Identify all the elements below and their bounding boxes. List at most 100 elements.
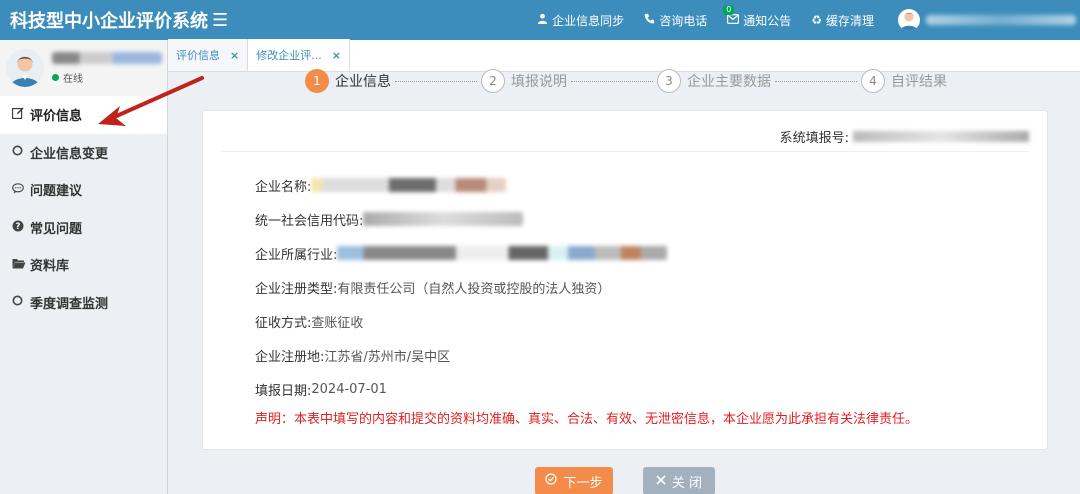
report-number-label: 系统填报号: — [779, 131, 849, 146]
field-credit-code: 统一社会信用代码: — [255, 202, 918, 236]
tab-evaluation-info[interactable]: 评价信息 × — [168, 39, 249, 71]
field-label: 统一社会信用代码: — [255, 213, 364, 229]
recycle-icon: ♻ — [811, 13, 822, 27]
question-icon: ? — [12, 220, 30, 235]
sidebar-item-label: 问题建议 — [30, 184, 83, 200]
user-name-blurred — [52, 51, 162, 64]
step-connector — [571, 80, 653, 82]
envelope-icon — [727, 13, 740, 27]
header-nav: 企业信息同步 咨询电话 0 通知公告 ♻ 缓存清理 — [527, 0, 1080, 40]
online-dot-icon — [52, 73, 59, 81]
nav-clear-cache-label: 缓存清理 — [825, 13, 874, 28]
nav-notice[interactable]: 0 通知公告 — [717, 0, 801, 40]
action-buttons: 下一步 关 闭 — [535, 467, 715, 494]
step-connector — [775, 80, 857, 82]
sidebar-item-faq[interactable]: ? 常见问题 — [0, 209, 167, 247]
user-menu[interactable] — [884, 0, 1080, 40]
annotation-arrow — [98, 76, 204, 126]
nav-consult-phone[interactable]: 咨询电话 — [634, 0, 717, 40]
field-company-name: 企业名称: — [255, 168, 918, 202]
svg-text:?: ? — [16, 222, 21, 232]
field-value: 有限责任公司（自然人投资或控股的法人独资） — [337, 281, 611, 297]
company-info-card: 系统填报号: 企业名称: 统一社会信用代码: 企业所属行业: 企业注册类型: 有… — [202, 110, 1048, 450]
industry-blurred — [337, 246, 668, 260]
close-button[interactable]: 关 闭 — [643, 467, 715, 494]
sidebar-item-label: 企业信息变更 — [30, 146, 109, 162]
close-icon[interactable]: × — [230, 49, 239, 62]
circle-icon — [12, 295, 30, 309]
nav-notice-label: 通知公告 — [743, 13, 792, 28]
step-label: 企业主要数据 — [687, 74, 771, 90]
legal-declaration: 声明：本表中填写的内容和提交的资料均准确、真实、合法、有效、无泄密信息，本企业愿… — [255, 412, 919, 427]
field-label: 企业所属行业: — [255, 247, 338, 263]
field-registration-place: 企业注册地: 江苏省/苏州市/吴中区 — [255, 338, 918, 372]
user-icon — [537, 13, 548, 27]
step-instructions[interactable]: 2 填报说明 — [481, 69, 567, 93]
next-step-label: 下一步 — [563, 475, 603, 491]
user-name-blurred — [926, 15, 1076, 25]
avatar — [6, 49, 44, 87]
step-self-eval-result[interactable]: 4 自评结果 — [861, 69, 947, 93]
step-label: 企业信息 — [335, 74, 391, 90]
comment-icon — [12, 183, 30, 197]
online-status-label: 在线 — [63, 73, 83, 85]
divider — [221, 151, 1029, 152]
app-title: 科技型中小企业评价系统 — [10, 11, 208, 32]
field-collection-method: 征收方式: 查账征收 — [255, 304, 918, 338]
field-label: 征收方式: — [255, 315, 312, 331]
field-label: 填报日期: — [255, 383, 312, 399]
step-main-data[interactable]: 3 企业主要数据 — [657, 69, 771, 93]
next-step-button[interactable]: 下一步 — [535, 467, 613, 494]
edit-icon — [12, 107, 30, 122]
step-number: 4 — [861, 69, 885, 93]
field-label: 企业注册类型: — [255, 281, 338, 297]
sidebar-item-library[interactable]: 资料库 — [0, 246, 167, 284]
step-number: 1 — [305, 69, 329, 93]
step-number: 2 — [481, 69, 505, 93]
sidebar-item-suggestions[interactable]: 问题建议 — [0, 171, 167, 209]
nav-consult-phone-label: 咨询电话 — [659, 13, 708, 28]
nav-company-sync[interactable]: 企业信息同步 — [527, 0, 634, 40]
close-icon[interactable]: × — [332, 49, 341, 62]
field-value: 江苏省/苏州市/吴中区 — [324, 349, 451, 365]
tab-edit-evaluation[interactable]: 修改企业评... × — [248, 39, 350, 71]
field-value: 2024-07-01 — [311, 381, 387, 397]
sidebar-item-quarterly-survey[interactable]: 季度调查监测 — [0, 284, 167, 322]
sidebar-item-label: 评价信息 — [30, 109, 83, 125]
tab-label: 修改企业评... — [256, 49, 322, 62]
bars-icon[interactable]: ☰ — [212, 10, 228, 31]
step-company-info[interactable]: 1 企业信息 — [305, 69, 391, 93]
nav-clear-cache[interactable]: ♻ 缓存清理 — [801, 0, 884, 40]
sidebar-item-label: 资料库 — [30, 259, 70, 275]
top-header: 科技型中小企业评价系统 ☰ 企业信息同步 咨询电话 0 通知公告 ♻ 缓存清理 — [0, 0, 1080, 40]
notice-badge: 0 — [723, 5, 735, 15]
step-connector — [395, 80, 477, 82]
field-label: 企业注册地: — [255, 349, 325, 365]
close-icon — [656, 474, 666, 489]
step-label: 自评结果 — [891, 74, 947, 90]
close-label: 关 闭 — [671, 475, 703, 491]
company-fields: 企业名称: 统一社会信用代码: 企业所属行业: 企业注册类型: 有限责任公司（自… — [255, 168, 918, 427]
sidebar-item-label: 常见问题 — [30, 221, 83, 237]
field-report-date: 填报日期: 2024-07-01 — [255, 372, 918, 406]
tab-label: 评价信息 — [176, 49, 220, 62]
report-number-blurred — [853, 131, 1029, 142]
circle-icon — [12, 145, 30, 159]
credit-code-blurred — [363, 212, 524, 226]
field-industry: 企业所属行业: — [255, 236, 918, 270]
wizard-steps: 1 企业信息 2 填报说明 3 企业主要数据 4 自评结果 — [305, 68, 947, 94]
avatar — [898, 9, 920, 31]
nav-company-sync-label: 企业信息同步 — [552, 13, 625, 28]
sidebar-item-label: 季度调查监测 — [30, 296, 109, 312]
folder-icon — [12, 258, 30, 272]
field-value: 查账征收 — [311, 315, 364, 331]
report-number: 系统填报号: — [780, 127, 1029, 146]
sidebar-item-company-change[interactable]: 企业信息变更 — [0, 134, 167, 172]
step-label: 填报说明 — [511, 74, 567, 90]
step-number: 3 — [657, 69, 681, 93]
check-circle-icon — [545, 473, 558, 489]
field-label: 企业名称: — [255, 179, 312, 195]
company-name-blurred — [311, 178, 507, 192]
phone-icon — [644, 13, 655, 27]
field-registration-type: 企业注册类型: 有限责任公司（自然人投资或控股的法人独资） — [255, 270, 918, 304]
